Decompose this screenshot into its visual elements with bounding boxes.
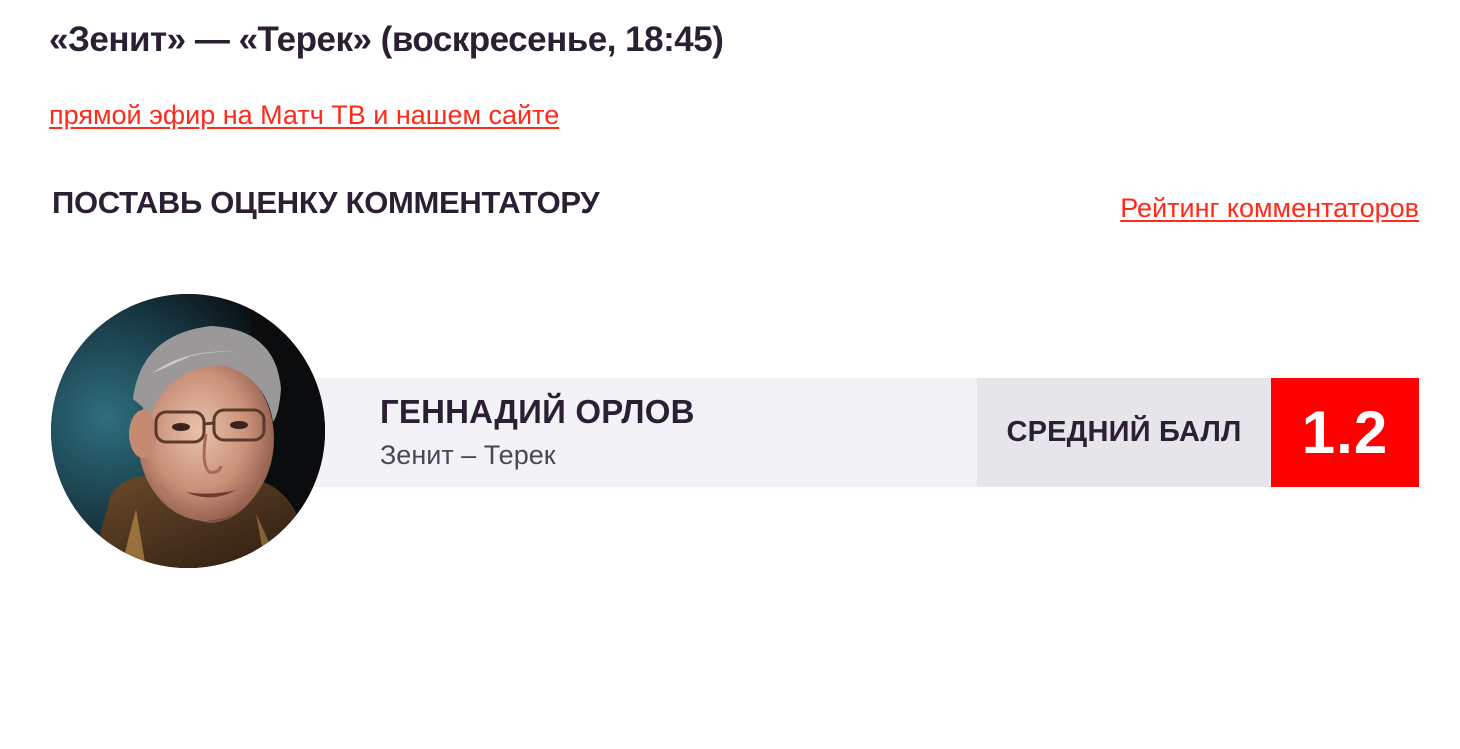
commentator-photo-icon — [51, 294, 325, 568]
commentators-rating-link[interactable]: Рейтинг комментаторов — [1120, 193, 1419, 224]
broadcast-link[interactable]: прямой эфир на Матч ТВ и нашем сайте — [49, 100, 559, 131]
average-score-label-box: СРЕДНИЙ БАЛЛ — [977, 378, 1271, 487]
average-score-value: 1.2 — [1301, 399, 1389, 466]
commentator-avatar[interactable] — [51, 294, 325, 568]
commentator-match: Зенит – Терек — [380, 440, 556, 470]
match-title: «Зенит» — «Терек» (воскресенье, 18:45) — [49, 20, 724, 59]
average-score-label: СРЕДНИЙ БАЛЛ — [1006, 416, 1242, 448]
commentator-name: ГЕННАДИЙ ОРЛОВ — [380, 393, 695, 430]
rate-commentator-heading: ПОСТАВЬ ОЦЕНКУ КОММЕНТАТОРУ — [52, 185, 600, 220]
page: «Зенит» — «Терек» (воскресенье, 18:45) п… — [0, 0, 1460, 749]
average-score-badge: 1.2 — [1271, 378, 1419, 487]
